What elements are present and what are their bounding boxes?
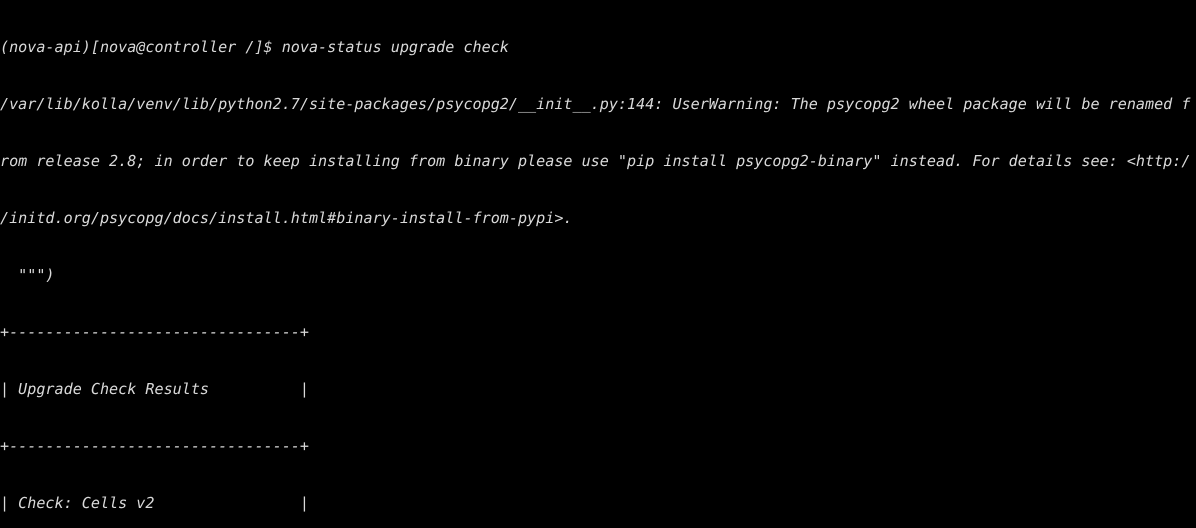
terminal-line-warning-3: /initd.org/psycopg/docs/install.html#bin…	[0, 209, 573, 227]
terminal-window[interactable]: (nova-api)[nova@controller /]$ nova-stat…	[0, 0, 1196, 528]
table-title-row: | Upgrade Check Results |	[0, 380, 309, 398]
terminal-line-prompt-command: (nova-api)[nova@controller /]$ nova-stat…	[0, 38, 509, 56]
table-row-check-cells-v2: | Check: Cells v2 |	[0, 494, 309, 512]
table-border-top: +--------------------------------+	[0, 323, 309, 341]
table-border-title-sep: +--------------------------------+	[0, 437, 309, 455]
terminal-line-warning-2: rom release 2.8; in order to keep instal…	[0, 152, 1191, 170]
terminal-output-screen[interactable]: (nova-api)[nova@controller /]$ nova-stat…	[0, 0, 1196, 528]
terminal-line-warning-1: /var/lib/kolla/venv/lib/python2.7/site-p…	[0, 95, 1191, 113]
terminal-line-warning-source: """)	[0, 266, 55, 284]
